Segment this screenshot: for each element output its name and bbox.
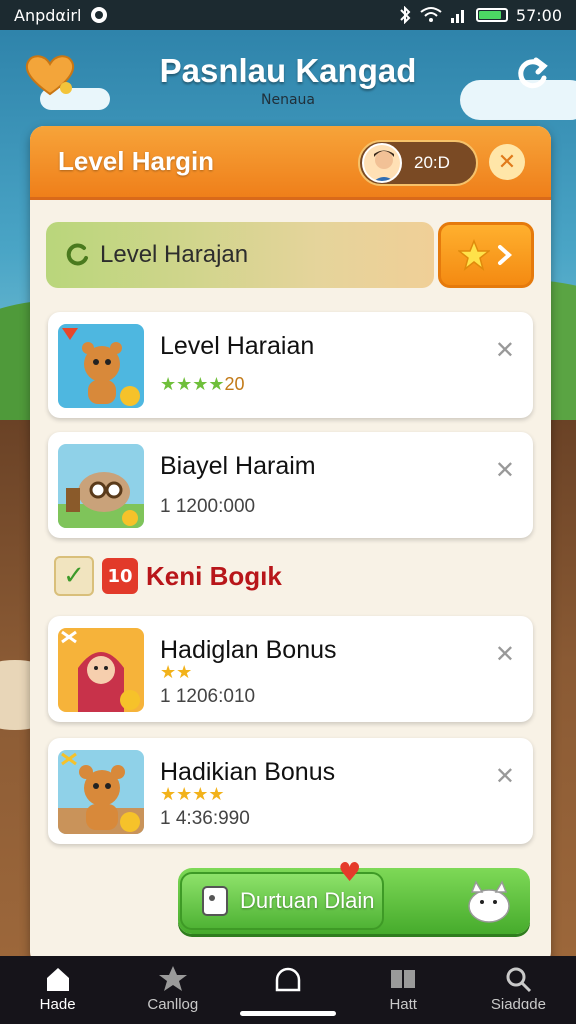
rating-stars: ★★★★20 (160, 374, 245, 395)
item-value: 1 4:36:990 (160, 808, 250, 829)
bear-thumbnail (58, 324, 144, 408)
section-title: Keni Bogık (146, 560, 282, 591)
app-title: Pasnlau Kangad (159, 52, 417, 89)
wifi-icon (420, 7, 442, 22)
claim-button-label: Durtuan Dlain (240, 888, 375, 913)
close-button[interactable]: ✕ (489, 144, 525, 180)
carrier-label: Anpdαirl (14, 5, 82, 25)
app-subtitle: Nenaua (261, 92, 315, 108)
notification-icon (91, 7, 108, 23)
list-item[interactable]: Hadikian Bonus ★★★★ 1 4:36:990 ✕ (48, 738, 533, 844)
avatar (362, 143, 402, 183)
level-bar[interactable]: Level Harajan (46, 222, 434, 288)
rating-stars: ★★ (160, 662, 193, 683)
home-icon (46, 968, 69, 991)
score-badge[interactable]: 20:D (358, 140, 478, 186)
book-icon (391, 970, 416, 988)
clock: 57:00 (515, 5, 562, 25)
star-next-button[interactable] (438, 222, 534, 288)
loading-icon (66, 243, 88, 266)
level-bar-label: Level Harajan (100, 241, 249, 268)
list-item[interactable]: Hadiglan Bonus ★★ 1 1206:010 ✕ (48, 616, 533, 722)
list-item[interactable]: Level Haraian ★★★★20 ✕ (48, 312, 533, 418)
battery-icon (475, 8, 508, 22)
nav-catalog[interactable]: Canllog (115, 956, 230, 1024)
refresh-icon[interactable] (510, 52, 554, 96)
section-header: ✓ 10 Keni Bogık (54, 556, 282, 596)
bluetooth-icon (400, 6, 411, 24)
item-title: Biayel Haraim (160, 452, 316, 480)
panel-header: Level Hargin 20:D ✕ (30, 126, 551, 200)
document-icon (202, 886, 228, 916)
item-value: 1 1206:010 (160, 686, 256, 707)
gift-icon: 10 (102, 558, 138, 594)
remove-icon[interactable]: ✕ (495, 336, 515, 364)
nav-label: Siadɑde (490, 996, 546, 1013)
item-title: Hadikian Bonus (160, 758, 336, 786)
search-icon (506, 967, 532, 993)
status-bar: Anpdαirl 57:00 (0, 0, 576, 30)
nav-label: Hatt (389, 996, 417, 1013)
star-icon (158, 966, 187, 991)
nav-label: Hade (39, 996, 76, 1013)
star-icon (458, 239, 490, 271)
item-thumbnail (58, 444, 144, 528)
claim-button[interactable]: Durtuan Dlain ♥ (178, 858, 530, 934)
home-indicator[interactable] (240, 1011, 336, 1016)
nav-search[interactable]: Siadɑde (461, 956, 576, 1024)
main-panel: Level Hargin 20:D ✕ Level Harajan Level … (30, 126, 551, 966)
remove-icon[interactable]: ✕ (495, 456, 515, 484)
remove-icon[interactable]: ✕ (495, 762, 515, 790)
list-item[interactable]: Biayel Haraim 1 1200:000 ✕ (48, 432, 533, 538)
score-value: 20:D (414, 153, 450, 172)
checkmark-icon: ✓ (54, 556, 94, 596)
nav-home[interactable]: Hade (0, 956, 115, 1024)
nav-label: Canllog (147, 996, 199, 1013)
bottom-nav: Hade Canllog Hatt Siadɑde (0, 956, 576, 1024)
circle-icon (275, 967, 301, 992)
chevron-right-icon (498, 245, 513, 265)
girl-thumbnail (58, 628, 144, 712)
item-title: Hadiglan Bonus (160, 636, 337, 664)
remove-icon[interactable]: ✕ (495, 640, 515, 668)
nav-hatt[interactable]: Hatt (346, 956, 461, 1024)
bear-thumbnail (58, 750, 144, 834)
panel-title: Level Hargin (58, 146, 215, 176)
item-title: Level Haraian (160, 332, 315, 360)
signal-icon (450, 10, 464, 23)
item-value: 1 1200:000 (160, 496, 256, 517)
app-header: Pasnlau Kangad Nenaua (0, 30, 576, 125)
heart-icon: ♥ (338, 858, 362, 888)
pet-icon (468, 880, 510, 923)
rating-stars: ★★★★ (160, 784, 225, 805)
